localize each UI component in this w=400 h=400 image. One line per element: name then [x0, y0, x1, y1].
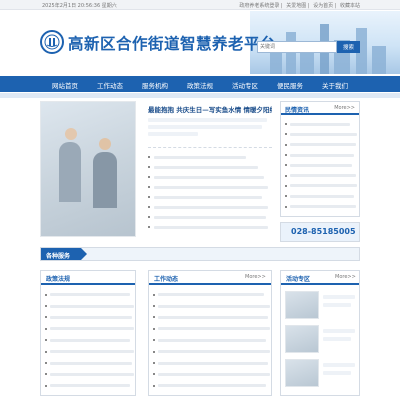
list-item[interactable] [45, 357, 134, 368]
list-item[interactable] [148, 152, 272, 162]
utility-links: 政府养老系统登录 | 关爱地图 | 设为首页 | 收藏本站 [239, 3, 360, 9]
list-item[interactable] [148, 162, 272, 172]
link-bookmark[interactable]: 收藏本站 [340, 3, 360, 9]
list-item[interactable] [148, 192, 272, 202]
list-item[interactable] [285, 129, 357, 139]
column-title: 政策法规 [46, 276, 71, 283]
organization-emblem-icon [40, 30, 64, 54]
work-news-list [153, 289, 270, 392]
services-label: 各种服务 [41, 248, 81, 260]
list-item[interactable] [148, 212, 272, 222]
featured-news-title[interactable]: 最能抱抱 共庆生日—写实鱼水情 情暖夕阳红 [148, 104, 272, 114]
list-item[interactable] [153, 323, 270, 334]
featured-news: 最能抱抱 共庆生日—写实鱼水情 情暖夕阳红 [148, 104, 272, 232]
featured-news-summary [148, 118, 272, 142]
list-item[interactable] [285, 160, 357, 170]
list-item[interactable] [148, 172, 272, 182]
list-item[interactable] [153, 289, 270, 300]
list-item[interactable] [285, 140, 357, 150]
list-item[interactable] [45, 323, 134, 334]
column-header: 政策法规 [41, 271, 135, 285]
nav-item-activities[interactable]: 活动专区 [232, 80, 258, 90]
headline-list [148, 152, 272, 232]
nav-item-policies[interactable]: 政策法规 [187, 80, 213, 90]
site-title: 高新区合作街道智慧养老平台 [68, 35, 277, 53]
work-news-column: 工作动态 More>> [148, 270, 272, 396]
list-item[interactable] [153, 312, 270, 323]
list-item[interactable] [285, 119, 357, 129]
main-navigation: 网站首页 工作动态 服务机构 政策法规 活动专区 便民服务 关于我们 [0, 76, 400, 92]
list-item[interactable] [148, 182, 272, 192]
policy-column: 政策法规 [40, 270, 136, 396]
list-item[interactable] [45, 346, 134, 357]
activity-thumbnail[interactable] [285, 291, 319, 319]
more-link[interactable]: More>> [334, 105, 355, 111]
more-link[interactable]: More>> [335, 274, 356, 280]
list-item[interactable] [148, 202, 272, 212]
list-item[interactable] [45, 335, 134, 346]
column-title: 工作动态 [154, 276, 179, 283]
list-item[interactable] [45, 380, 134, 391]
column-header: 工作动态 More>> [149, 271, 271, 285]
arrow-right-icon [81, 248, 87, 260]
column-title: 活动专区 [286, 276, 311, 283]
nav-item-work-news[interactable]: 工作动态 [97, 80, 123, 90]
nav-sub-strip [0, 93, 400, 98]
featured-news-photo[interactable] [40, 101, 136, 237]
list-item[interactable] [45, 289, 134, 300]
top-utility-bar: 2025年2月1日 20:56:36 星期六 政府养老系统登录 | 关爱地图 |… [0, 0, 400, 10]
list-item[interactable] [285, 170, 357, 180]
service-hotline: 028-85185005 [280, 222, 360, 242]
nav-item-service-agencies[interactable]: 服务机构 [142, 80, 168, 90]
list-item[interactable] [285, 181, 357, 191]
list-item[interactable] [153, 369, 270, 380]
hotline-number: 028-85185005 [291, 227, 356, 236]
nav-item-public-services[interactable]: 便民服务 [277, 80, 303, 90]
activity-thumbnail[interactable] [285, 359, 319, 387]
list-item[interactable] [285, 191, 357, 201]
link-gov-login[interactable]: 政府养老系统登录 [239, 3, 279, 9]
link-set-homepage[interactable]: 设为首页 [313, 3, 333, 9]
more-link[interactable]: More>> [245, 274, 266, 280]
column-header: 活动专区 More>> [281, 271, 359, 285]
current-date: 2025年2月1日 20:56:36 星期六 [42, 3, 117, 9]
list-item[interactable] [153, 300, 270, 311]
search-input[interactable] [257, 41, 337, 53]
public-info-panel: 民情资讯 More>> [280, 101, 360, 217]
search-button[interactable]: 搜索 [337, 41, 360, 53]
list-item[interactable] [45, 312, 134, 323]
panel-title: 民情资讯 [285, 107, 310, 114]
list-item[interactable] [285, 150, 357, 160]
list-item[interactable] [153, 380, 270, 391]
list-item[interactable] [45, 369, 134, 380]
list-item[interactable] [285, 201, 357, 211]
list-item[interactable] [45, 300, 134, 311]
nav-item-about-us[interactable]: 关于我们 [322, 80, 348, 90]
services-banner: 各种服务 [40, 247, 360, 261]
site-header: 高新区合作街道智慧养老平台 搜索 [0, 11, 400, 74]
link-care-map[interactable]: 关爱地图 [286, 3, 306, 9]
list-item[interactable] [153, 346, 270, 357]
list-item[interactable] [153, 335, 270, 346]
public-info-list [285, 119, 357, 212]
nav-item-home[interactable]: 网站首页 [52, 80, 78, 90]
search-box: 搜索 [257, 41, 360, 53]
activity-column: 活动专区 More>> [280, 270, 360, 396]
list-item[interactable] [148, 222, 272, 232]
panel-header: 民情资讯 More>> [281, 102, 359, 115]
activity-thumbnail[interactable] [285, 325, 319, 353]
list-item[interactable] [153, 357, 270, 368]
policy-list [45, 289, 134, 392]
